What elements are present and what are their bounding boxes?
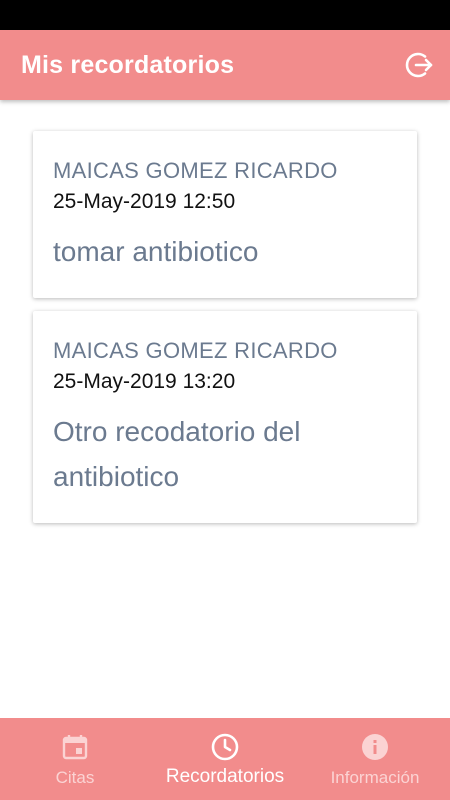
logout-button[interactable] [404, 49, 436, 81]
reminder-datetime: 25-May-2019 12:50 [53, 190, 236, 213]
clock-icon [210, 732, 240, 762]
reminder-patient-name: MAICAS GOMEZ RICARDO [53, 158, 338, 183]
reminder-card[interactable]: MAICAS GOMEZ RICARDO 25-May-2019 12:50 t… [33, 131, 417, 298]
reminder-text: tomar antibiotico [53, 236, 259, 267]
reminder-datetime: 25-May-2019 13:20 [53, 370, 236, 393]
nav-label-citas: Citas [55, 768, 95, 787]
bottom-nav: Citas Recordatorios Información [0, 718, 450, 800]
info-icon [360, 732, 390, 762]
reminder-card[interactable]: MAICAS GOMEZ RICARDO 25-May-2019 13:20 O… [33, 311, 417, 523]
reminder-text: Otro recodatorio del antibiotico [53, 416, 301, 492]
page-title: Mis recordatorios [21, 50, 235, 79]
reminder-patient-name: MAICAS GOMEZ RICARDO [53, 338, 338, 363]
nav-label-informacion: Información [330, 768, 420, 787]
status-bar [0, 0, 450, 30]
nav-item-recordatorios[interactable]: Recordatorios [150, 718, 300, 800]
nav-label-recordatorios: Recordatorios [165, 766, 285, 787]
reminder-list: MAICAS GOMEZ RICARDO 25-May-2019 12:50 t… [0, 100, 450, 718]
nav-item-citas[interactable]: Citas [0, 718, 150, 800]
app-header: Mis recordatorios [0, 30, 450, 100]
nav-item-informacion[interactable]: Información [300, 718, 450, 800]
logout-icon [405, 52, 433, 78]
calendar-icon [60, 732, 90, 762]
